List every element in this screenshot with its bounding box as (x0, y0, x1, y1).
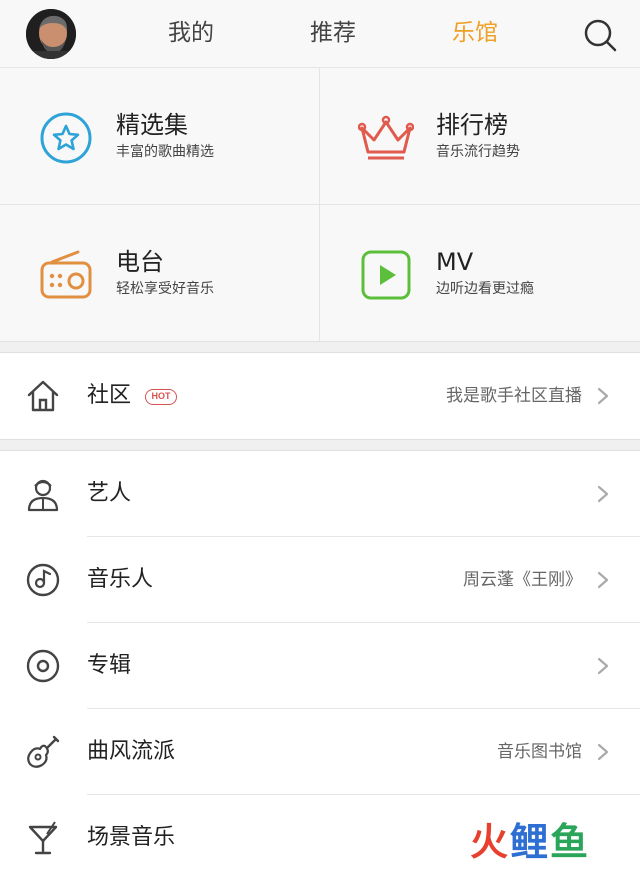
grid-item-title: 精选集 (116, 111, 188, 139)
star-circle-icon (38, 110, 94, 166)
hot-badge: HOT (145, 389, 177, 405)
community-row[interactable]: 社区 HOT 我是歌手社区直播 (0, 353, 640, 439)
play-icon (358, 247, 414, 303)
radio-icon (38, 247, 94, 303)
list-item-artists[interactable]: 艺人 (0, 451, 640, 537)
list-item-genres[interactable]: 曲风流派 音乐图书馆 (0, 709, 640, 795)
music-disc-icon (25, 562, 61, 598)
list-item-albums[interactable]: 专辑 (0, 623, 640, 709)
row-label: 专辑 (87, 653, 132, 678)
grid-item-playlist[interactable]: 精选集 丰富的歌曲精选 (0, 68, 320, 204)
grid-item-mv[interactable]: MV 边听边看更过瘾 (320, 205, 640, 341)
row-detail: 音乐图书馆 (497, 742, 582, 762)
watermark-char: 鱼 (550, 820, 591, 864)
chevron-right-icon (596, 484, 610, 504)
watermark-char: 鲤 (510, 820, 551, 864)
watermark-char: 火 (470, 820, 511, 864)
grid-item-subtitle: 边听边看更过瘾 (436, 281, 534, 297)
grid-item-subtitle: 音乐流行趋势 (436, 144, 520, 160)
tab-recommend[interactable]: 推荐 (288, 16, 378, 50)
row-label: 音乐人 (87, 567, 154, 592)
chevron-right-icon (596, 386, 610, 406)
chevron-right-icon (596, 656, 610, 676)
user-avatar[interactable] (26, 9, 76, 59)
grid-item-subtitle: 丰富的歌曲精选 (116, 144, 214, 160)
grid-item-charts[interactable]: 排行榜 音乐流行趋势 (320, 68, 640, 204)
list-item-musicians[interactable]: 音乐人 周云蓬《王刚》 (0, 537, 640, 623)
home-icon (25, 378, 61, 414)
section-gap (0, 341, 640, 353)
top-nav-bar: 我的 推荐 乐馆 (0, 0, 640, 68)
cocktail-icon (25, 820, 61, 856)
row-label: 社区 (87, 383, 132, 408)
row-label: 艺人 (87, 481, 132, 506)
row-label: 曲风流派 (87, 739, 176, 764)
watermark-logo: 火鲤鱼 (470, 820, 620, 865)
album-icon (25, 648, 61, 684)
grid-item-radio[interactable]: 电台 轻松享受好音乐 (0, 205, 320, 341)
chevron-right-icon (596, 742, 610, 762)
feature-grid: 精选集 丰富的歌曲精选 排行榜 音乐流行趋势 电台 轻松享受好音乐 MV 边听边… (0, 68, 640, 341)
search-icon[interactable] (583, 18, 617, 52)
row-label: 场景音乐 (87, 825, 176, 850)
row-detail: 我是歌手社区直播 (446, 386, 582, 406)
row-detail: 周云蓬《王刚》 (463, 570, 582, 590)
singer-icon (25, 476, 61, 512)
crown-icon (357, 110, 415, 166)
grid-item-title: MV (436, 248, 474, 276)
tab-music-hall[interactable]: 乐馆 (430, 16, 520, 50)
section-gap (0, 439, 640, 451)
chevron-right-icon (596, 570, 610, 590)
grid-item-title: 排行榜 (436, 111, 508, 139)
tab-mine[interactable]: 我的 (146, 16, 236, 50)
grid-item-subtitle: 轻松享受好音乐 (116, 281, 214, 297)
guitar-icon (25, 734, 61, 770)
grid-item-title: 电台 (116, 248, 164, 276)
